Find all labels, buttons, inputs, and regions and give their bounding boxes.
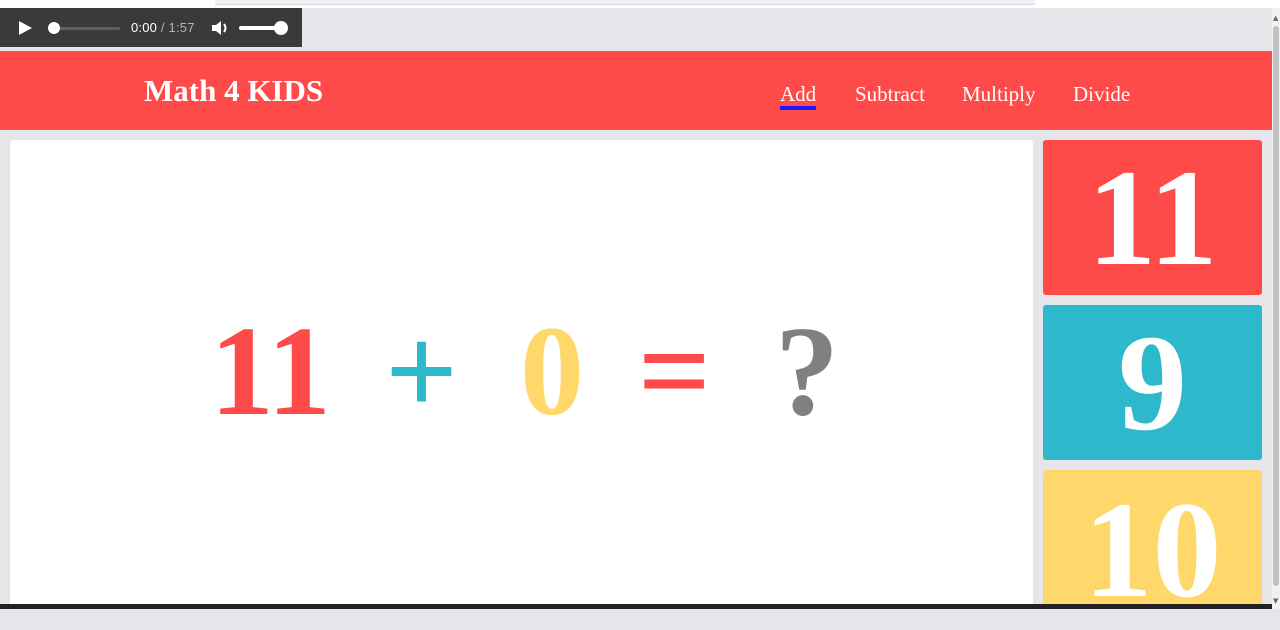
audio-progress-thumb[interactable] bbox=[48, 22, 60, 34]
equation-operator: + bbox=[385, 300, 458, 442]
audio-player[interactable]: 0:00 / 1:57 bbox=[0, 8, 302, 47]
equation-right-operand: 0 bbox=[520, 300, 584, 442]
page-scrollbar[interactable]: ▲ ▼ bbox=[1272, 8, 1280, 609]
scroll-down-arrow-icon[interactable]: ▼ bbox=[1273, 597, 1278, 605]
nav-multiply[interactable]: Multiply bbox=[962, 82, 1036, 107]
scroll-up-arrow-icon[interactable]: ▲ bbox=[1273, 14, 1278, 22]
answer-option-3[interactable]: 10 bbox=[1043, 470, 1262, 626]
play-icon[interactable] bbox=[19, 21, 32, 35]
equation-unknown: ? bbox=[775, 300, 839, 442]
audio-progress-track[interactable] bbox=[54, 27, 120, 30]
browser-top-strip bbox=[0, 0, 1280, 8]
nav-subtract[interactable]: Subtract bbox=[855, 82, 925, 107]
scrollbar-thumb[interactable] bbox=[1273, 26, 1279, 586]
address-strip bbox=[215, 0, 1035, 5]
nav-add[interactable]: Add bbox=[780, 82, 817, 110]
audio-time-separator: / bbox=[157, 20, 169, 35]
equation-equals: = bbox=[638, 300, 711, 442]
brand-logo[interactable]: Math 4 KIDS bbox=[144, 73, 323, 109]
answer-option-1[interactable]: 11 bbox=[1043, 140, 1262, 295]
answer-option-2[interactable]: 9 bbox=[1043, 305, 1262, 460]
volume-icon[interactable] bbox=[210, 18, 232, 38]
equation-left-operand: 11 bbox=[210, 300, 331, 442]
audio-current-time: 0:00 bbox=[131, 20, 158, 35]
audio-duration: 1:57 bbox=[168, 20, 195, 35]
taskbar-edge bbox=[0, 604, 1272, 609]
nav-divide[interactable]: Divide bbox=[1073, 82, 1130, 107]
audio-time: 0:00 / 1:57 bbox=[131, 20, 195, 35]
navbar: Math 4 KIDS Add Subtract Multiply Divide bbox=[0, 51, 1272, 130]
volume-slider-thumb[interactable] bbox=[274, 21, 288, 35]
